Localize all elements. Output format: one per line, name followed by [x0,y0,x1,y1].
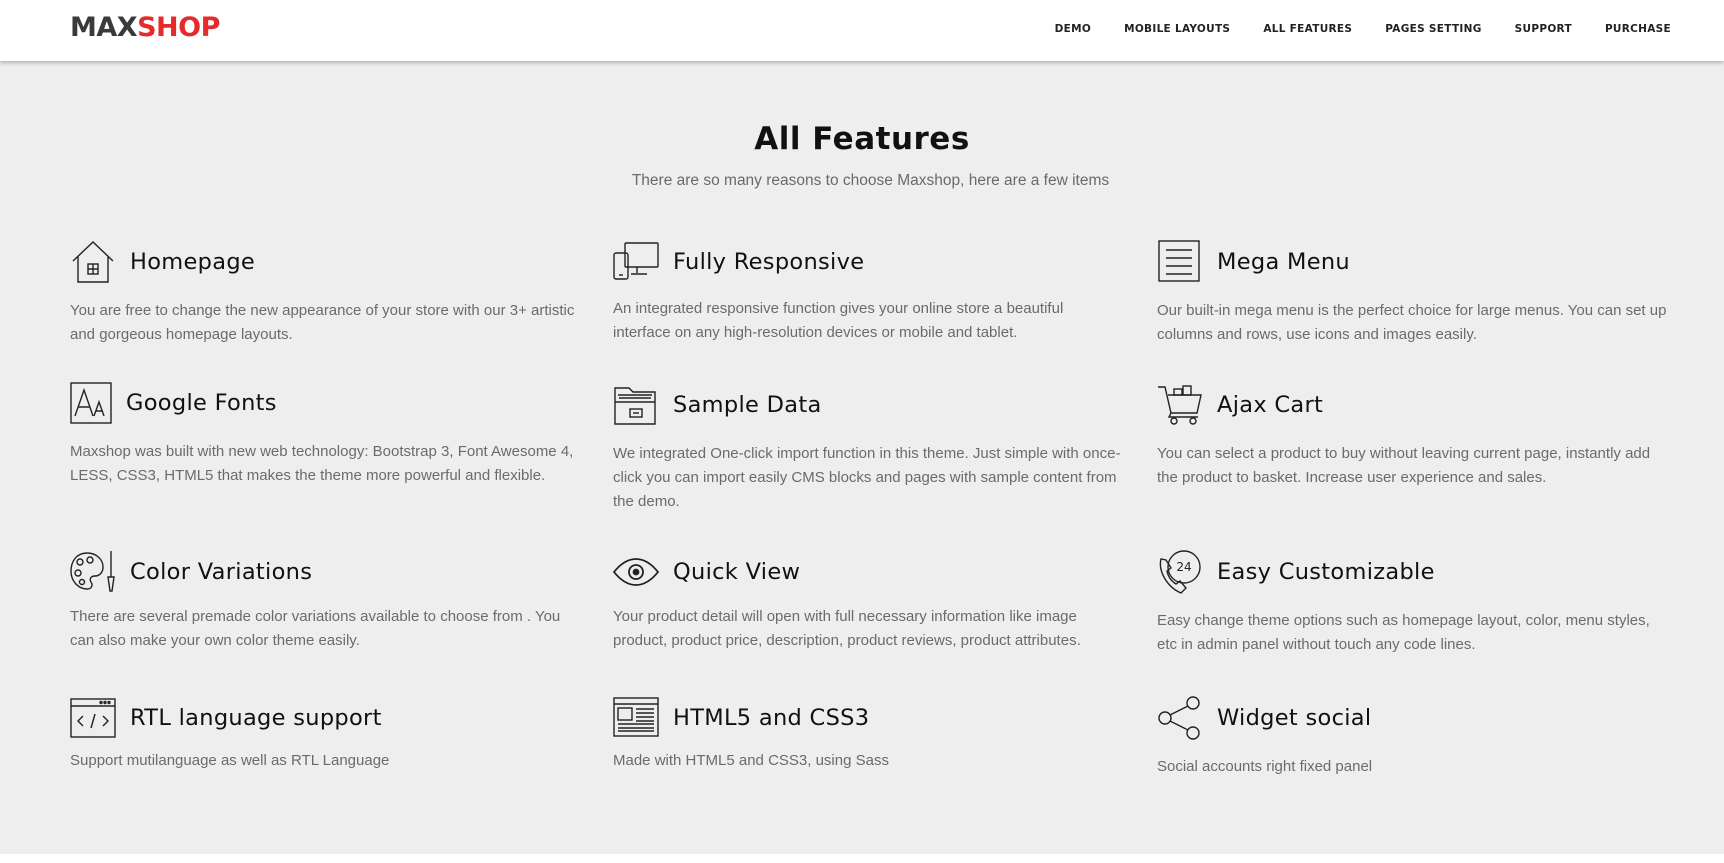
devices-icon [613,239,659,285]
feature-title: Mega Menu [1217,249,1350,275]
nav-demo[interactable]: DEMO [1055,23,1091,35]
feature-desc: There are several premade color variatio… [70,608,561,649]
feature-desc: Maxshop was built with new web technolog… [70,443,574,484]
feature-ajax-cart: Ajax Cart You can select a product to bu… [1157,382,1667,490]
maxshop-logo[interactable]: MAX SHOP [70,12,220,43]
feature-desc: An integrated responsive function gives … [613,300,1064,341]
page-subtitle: There are so many reasons to choose Maxs… [631,172,1110,189]
share-icon [1157,695,1203,741]
support-24-icon: 24 [1157,549,1203,595]
feature-title: RTL language support [130,705,382,731]
feature-desc: Social accounts right fixed panel [1157,758,1373,775]
feature-desc: Your product detail will open with full … [613,608,1081,649]
palette-icon [70,549,116,595]
nav-support[interactable]: SUPPORT [1515,23,1572,35]
feature-title: Fully Responsive [673,249,865,275]
code-window-icon [70,695,116,741]
feature-title: Easy Customizable [1217,559,1435,585]
feature-title: Color Variations [130,559,313,585]
feature-mega-menu: Mega Menu Our built-in mega menu is the … [1157,239,1667,347]
feature-google-fonts: Google Fonts Maxshop was built with new … [70,382,580,488]
nav-mobile-layouts[interactable]: MOBILE LAYOUTS [1124,23,1230,35]
html-layout-icon [613,695,659,741]
feature-title: HTML5 and CSS3 [673,705,870,731]
features-section: All Features There are so many reasons t… [0,61,1724,854]
feature-title: Google Fonts [126,390,277,416]
nav-purchase[interactable]: PURCHASE [1605,23,1671,35]
main-nav: DEMO MOBILE LAYOUTS ALL FEATURES PAGES S… [1022,23,1671,35]
feature-desc: Support mutilanguage as well as RTL Lang… [70,752,390,769]
nav-all-features[interactable]: ALL FEATURES [1263,23,1352,35]
feature-desc: We integrated One-click import function … [613,445,1121,510]
feature-widget-social: Widget social Social accounts right fixe… [1157,695,1667,779]
house-icon [70,239,116,285]
svg-text:24: 24 [1176,560,1191,574]
feature-title: Quick View [673,559,801,585]
menu-list-icon [1157,239,1203,285]
logo-shop: SHOP [137,12,220,43]
feature-title: Sample Data [673,392,822,418]
feature-rtl-language-support: RTL language support Support mutilanguag… [70,695,580,773]
feature-title: Ajax Cart [1217,392,1324,418]
feature-html5-css3: HTML5 and CSS3 Made with HTML5 and CSS3,… [613,695,1123,773]
nav-pages-setting[interactable]: PAGES SETTING [1385,23,1481,35]
feature-homepage: Homepage You are free to change the new … [70,239,580,347]
site-header: MAX SHOP DEMO MOBILE LAYOUTS ALL FEATURES… [0,0,1724,61]
page-title: All Features [754,121,970,157]
cart-icon [1157,382,1203,428]
feature-desc: Easy change theme options such as homepa… [1157,612,1650,653]
feature-title: Widget social [1217,705,1372,731]
feature-easy-customizable: 24 Easy Customizable Easy change theme o… [1157,549,1667,657]
feature-desc: You can select a product to buy without … [1157,445,1651,486]
eye-icon [613,549,659,595]
feature-fully-responsive: Fully Responsive An integrated responsiv… [613,239,1123,345]
feature-quick-view: Quick View Your product detail will open… [613,549,1123,653]
feature-sample-data: Sample Data We integrated One-click impo… [613,382,1123,514]
feature-desc: Made with HTML5 and CSS3, using Sass [613,752,889,769]
logo-max: MAX [70,12,138,43]
folder-icon [613,382,659,428]
footer-strip [0,854,1724,863]
feature-desc: You are free to change the new appearanc… [70,302,575,343]
feature-title: Homepage [130,249,256,275]
feature-color-variations: Color Variations There are several prema… [70,549,580,653]
feature-desc: Our built-in mega menu is the perfect ch… [1157,302,1667,343]
font-icon [70,382,112,424]
